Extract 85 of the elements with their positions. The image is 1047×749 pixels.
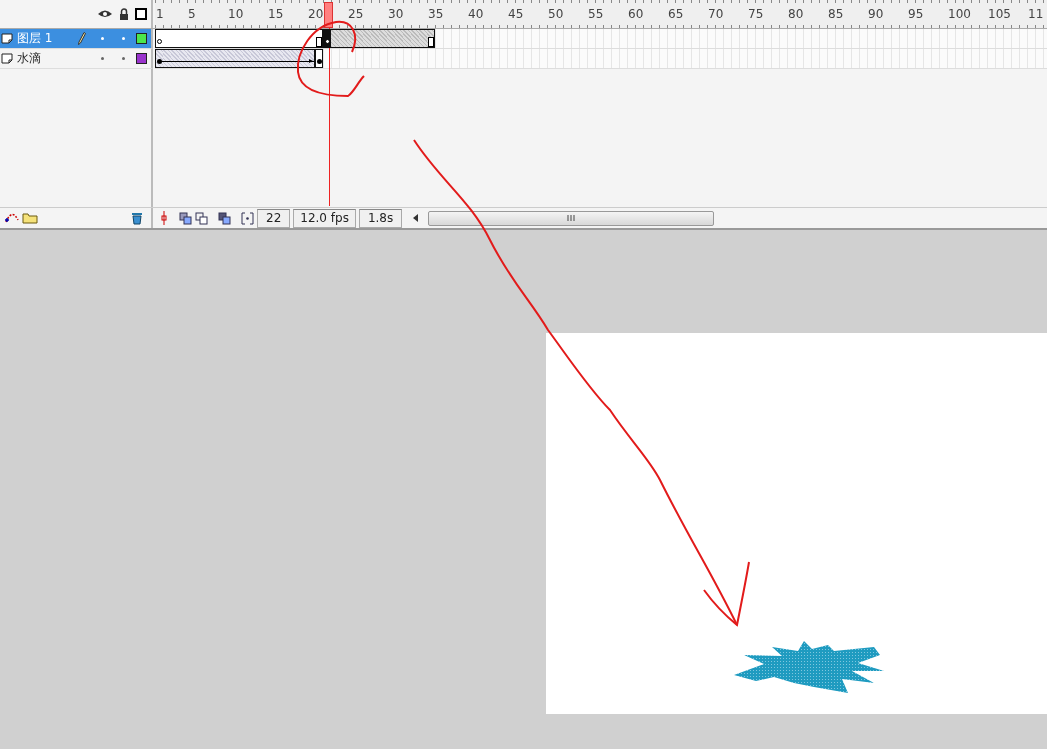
- frame-cell[interactable]: [227, 49, 235, 68]
- onion-outline-icon[interactable]: [195, 211, 208, 225]
- modify-markers-icon[interactable]: [241, 211, 254, 225]
- motion-guide-icon[interactable]: [4, 212, 20, 224]
- frame-number: 11: [1028, 7, 1044, 21]
- layer-name: 水滴: [17, 50, 42, 67]
- frame-cell[interactable]: [379, 29, 387, 48]
- frame-number: 25: [348, 7, 364, 21]
- lock-dot[interactable]: [122, 57, 125, 60]
- frame-cell[interactable]: [179, 49, 187, 68]
- frame-cell[interactable]: [331, 29, 339, 48]
- frame-cell[interactable]: [187, 49, 195, 68]
- frame-cell[interactable]: [203, 49, 211, 68]
- center-frame-icon[interactable]: [159, 211, 169, 225]
- outline-color-swatch[interactable]: [136, 33, 147, 44]
- frame-number: 65: [668, 7, 684, 21]
- pencil-icon: [78, 32, 86, 45]
- frame-number: 5: [188, 7, 196, 21]
- frame-cell[interactable]: [347, 29, 355, 48]
- edit-multiple-frames-icon[interactable]: [218, 211, 231, 225]
- frame-cell[interactable]: [427, 29, 435, 48]
- frame-cell[interactable]: [371, 29, 379, 48]
- layer-name: 图层 1: [17, 30, 54, 47]
- frame-ruler[interactable]: 1 5 10 15 20 25 30 35 40 45 50 55 60 65 70 75 80 85 90 95 100 105 11: [155, 0, 1047, 28]
- frame-number: 90: [868, 7, 884, 21]
- lock-dot[interactable]: [122, 37, 125, 40]
- frame-number: 20: [308, 7, 324, 21]
- frame-cell[interactable]: [195, 49, 203, 68]
- frame-number: 45: [508, 7, 524, 21]
- frame-cell[interactable]: [315, 49, 323, 68]
- folder-icon[interactable]: [22, 212, 38, 224]
- frame-number: 1: [156, 7, 164, 21]
- frame-cell[interactable]: [163, 49, 171, 68]
- frame-cell[interactable]: [267, 49, 275, 68]
- frame-cell[interactable]: [275, 49, 283, 68]
- horizontal-scrollbar-thumb[interactable]: [428, 210, 715, 226]
- frame-number: 100: [948, 7, 971, 21]
- frame-number: 70: [708, 7, 724, 21]
- elapsed-time: 1.8s: [358, 208, 403, 228]
- frame-number: 105: [988, 7, 1011, 21]
- frame-cell[interactable]: [219, 49, 227, 68]
- frame-number: 95: [908, 7, 924, 21]
- trash-icon[interactable]: [131, 211, 143, 225]
- frame-cell[interactable]: [419, 29, 427, 48]
- outline-square-icon[interactable]: [135, 8, 147, 20]
- frame-cell[interactable]: [211, 49, 219, 68]
- visibility-dot[interactable]: [101, 57, 104, 60]
- frame-number: 85: [828, 7, 844, 21]
- lock-icon[interactable]: [119, 7, 129, 21]
- frame-number: 35: [428, 7, 444, 21]
- frame-cell[interactable]: [395, 29, 403, 48]
- scroll-left-arrow-icon[interactable]: [413, 214, 420, 222]
- eye-icon[interactable]: [97, 9, 113, 19]
- frame-number: 15: [268, 7, 284, 21]
- frame-cell[interactable]: [259, 49, 267, 68]
- frame-cell[interactable]: [387, 29, 395, 48]
- frame-number: 10: [228, 7, 244, 21]
- frame-cell[interactable]: [171, 49, 179, 68]
- frame-number: 75: [748, 7, 764, 21]
- frame-number: 40: [468, 7, 484, 21]
- frame-rate[interactable]: 12.0 fps: [293, 208, 356, 228]
- playhead-marker[interactable]: [324, 2, 333, 28]
- frame-cell[interactable]: [283, 49, 291, 68]
- layer-row[interactable]: 水滴: [0, 49, 153, 69]
- frame-cell[interactable]: [403, 29, 411, 48]
- frame-cell[interactable]: [299, 29, 307, 48]
- layer-icon: [1, 33, 13, 44]
- frame-cell[interactable]: [411, 29, 419, 48]
- frame-cell[interactable]: [291, 49, 299, 68]
- frame-cell[interactable]: [339, 29, 347, 48]
- frame-number: 60: [628, 7, 644, 21]
- frame-cell[interactable]: [363, 29, 371, 48]
- frame-number: 55: [588, 7, 604, 21]
- frame-cell[interactable]: [235, 49, 243, 68]
- outline-color-swatch[interactable]: [136, 53, 147, 64]
- frame-cell[interactable]: [355, 29, 363, 48]
- visibility-dot[interactable]: [101, 37, 104, 40]
- current-frame: 22: [257, 208, 291, 228]
- frame-number: 30: [388, 7, 404, 21]
- onion-skin-icon[interactable]: [179, 211, 192, 225]
- frame-cell[interactable]: [251, 49, 259, 68]
- frame-cell[interactable]: [243, 49, 251, 68]
- layer-icon: [1, 53, 13, 64]
- frame-number: 80: [788, 7, 804, 21]
- frame-number: 50: [548, 7, 564, 21]
